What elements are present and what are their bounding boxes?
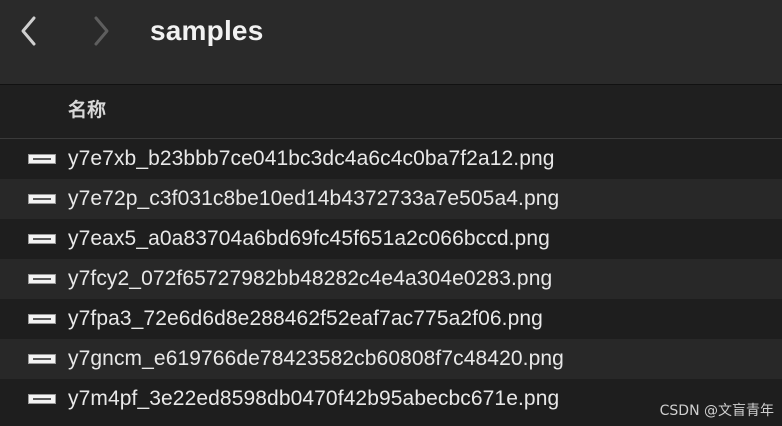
png-file-icon [28,194,56,204]
column-header-bar: 名称 [0,85,782,139]
png-file-icon [28,274,56,284]
file-row[interactable]: y7eax5_a0a83704a6bd69fc45f651a2c066bccd.… [0,219,782,259]
file-name: y7fcy2_072f65727982bb48282c4e4a304e0283.… [68,267,553,290]
folder-title: samples [150,15,264,46]
back-button[interactable] [14,14,44,48]
png-file-icon [28,394,56,404]
file-name: y7m4pf_3e22ed8598db0470f42b95abecbc671e.… [68,387,560,410]
chevron-right-icon [94,16,109,46]
file-row[interactable]: y7e72p_c3f031c8be10ed14b4372733a7e505a4.… [0,179,782,219]
png-file-icon [28,354,56,364]
toolbar: samples [0,0,782,85]
watermark: CSDN @文盲青年 [659,403,774,419]
file-row[interactable]: y7fcy2_072f65727982bb48282c4e4a304e0283.… [0,259,782,299]
file-name: y7gncm_e619766de78423582cb60808f7c48420.… [68,347,564,370]
file-row[interactable]: y7fpa3_72e6d6d8e288462f52eaf7ac775a2f06.… [0,299,782,339]
file-name: y7e7xb_b23bbb7ce041bc3dc4a6c4c0ba7f2a12.… [68,147,555,170]
file-name: y7eax5_a0a83704a6bd69fc45f651a2c066bccd.… [68,227,550,250]
forward-button[interactable] [86,14,116,48]
png-file-icon [28,234,56,244]
column-header-name[interactable]: 名称 [68,85,106,138]
file-name: y7fpa3_72e6d6d8e288462f52eaf7ac775a2f06.… [68,307,543,330]
file-row[interactable]: y7gncm_e619766de78423582cb60808f7c48420.… [0,339,782,379]
chevron-left-icon [21,16,36,46]
file-row[interactable]: y7e7xb_b23bbb7ce041bc3dc4a6c4c0ba7f2a12.… [0,139,782,179]
png-file-icon [28,154,56,164]
file-name: y7e72p_c3f031c8be10ed14b4372733a7e505a4.… [68,187,560,210]
file-list: y7e7xb_b23bbb7ce041bc3dc4a6c4c0ba7f2a12.… [0,139,782,419]
png-file-icon [28,314,56,324]
